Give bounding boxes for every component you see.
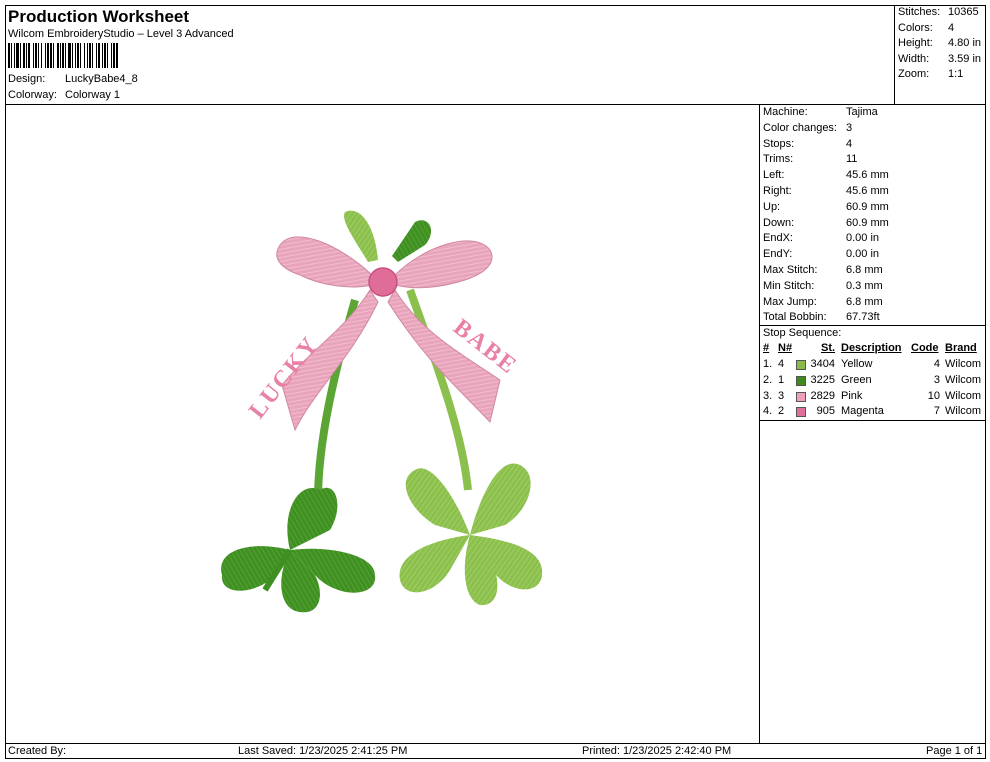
info-label: Machine: [763,106,808,118]
info-value: 4 [846,137,853,150]
seq-brand: Wilcom [945,373,982,386]
seq-needle: 3 [778,389,785,402]
seq-num: 1. [763,358,773,370]
seq-code: 7 [933,405,940,418]
stat-label: Zoom: [898,68,930,80]
seq-needle: 4 [778,358,785,370]
info-value: 6.8 mm [846,264,883,276]
stat-value: 4.80 in [948,37,982,49]
info-value: 45.6 mm [846,185,889,197]
stat-value: 10365 [948,6,979,18]
last-saved: Last Saved: 1/23/2025 2:41:25 PM [238,745,408,757]
colorway-value: Colorway 1 [65,89,121,101]
stat-label: Stitches: [898,6,941,18]
top-leaf-left [344,210,378,262]
header-divider [5,104,986,105]
bow-knot [368,267,398,297]
info-value: 60.9 mm [846,200,889,213]
sequence-bottom-line [759,420,986,421]
col-header-code: Code [911,342,939,354]
seq-stitches: 3225 [810,373,835,386]
info-value: 0.00 in [846,248,880,261]
seq-num: 3. [763,389,773,402]
info-label: Total Bobbin: [763,311,827,324]
info-label: Max Stitch: [763,264,818,276]
color-swatch [796,375,806,386]
info-value: 11 [846,153,858,166]
barcode [8,43,118,68]
info-label: Color changes: [763,121,837,134]
info-value: 3 [846,121,853,134]
color-swatch [796,360,806,370]
seq-brand: Wilcom [945,358,982,370]
info-value: 6.8 mm [846,295,883,308]
left-clover [221,487,376,613]
info-label: Min Stitch: [763,279,815,292]
info-label: EndY: [763,248,793,261]
seq-code: 10 [927,389,940,402]
seq-stitches: 2829 [810,389,835,402]
stat-label: Colors: [898,21,933,34]
stats-divider [894,5,895,104]
info-label: Left: [763,169,785,182]
seq-num: 2. [763,373,773,386]
seq-description: Green [841,373,872,386]
seq-stitches: 905 [816,405,835,418]
footer-divider [5,743,986,744]
stop-sequence-title: Stop Sequence: [763,327,842,339]
info-label: Max Jump: [763,295,817,308]
stat-value: 1:1 [948,68,964,80]
stat-value: 4 [948,21,955,34]
col-header-n: N# [778,342,793,354]
info-panel-divider [759,104,760,744]
colorway-label: Colorway: [8,89,57,101]
created-by: Created By: [8,745,67,757]
info-value: 0.3 mm [846,279,883,292]
design-value: LuckyBabe4_8 [65,73,138,85]
color-swatch [796,391,806,402]
info-value: 45.6 mm [846,169,889,182]
col-header-num: # [763,342,770,354]
software-name: Wilcom EmbroideryStudio – Level 3 Advanc… [8,28,234,40]
color-swatch [796,407,806,418]
info-label: Right: [763,185,792,197]
info-value: Tajima [846,106,878,118]
seq-needle: 1 [778,373,785,386]
page-title: Production Worksheet [8,7,190,26]
seq-description: Pink [841,389,863,402]
page-number: Page 1 of 1 [926,745,983,757]
embroidery-design-preview: LUCKY BABE [221,210,543,613]
stat-label: Height: [898,37,933,49]
design-row: Design: LuckyBabe4_8 [8,73,138,85]
info-label: Stops: [763,137,795,150]
seq-code: 4 [933,358,940,370]
info-value: 60.9 mm [846,216,889,229]
info-label: Down: [763,216,795,229]
sequence-divider [759,325,986,326]
seq-code: 3 [933,373,940,386]
seq-description: Yellow [841,358,873,370]
info-value: 0.00 in [846,232,880,245]
colorway-row: Colorway: Colorway 1 [8,89,120,101]
seq-num: 4. [763,405,773,418]
stat-label: Width: [898,52,930,65]
stat-value: 3.59 in [948,52,982,65]
col-header-st: St. [821,342,836,354]
design-label: Design: [8,73,46,85]
seq-description: Magenta [841,405,884,418]
seq-brand: Wilcom [945,389,982,402]
col-header-description: Description [841,342,902,354]
seq-brand: Wilcom [945,405,982,418]
info-label: Trims: [763,153,794,166]
seq-needle: 2 [778,405,785,418]
info-label: EndX: [763,232,793,245]
col-header-brand: Brand [945,342,977,354]
info-label: Up: [763,200,781,213]
printed-date: Printed: 1/23/2025 2:42:40 PM [582,745,732,757]
seq-stitches: 3404 [810,358,835,370]
info-value: 67.73ft [846,311,880,324]
